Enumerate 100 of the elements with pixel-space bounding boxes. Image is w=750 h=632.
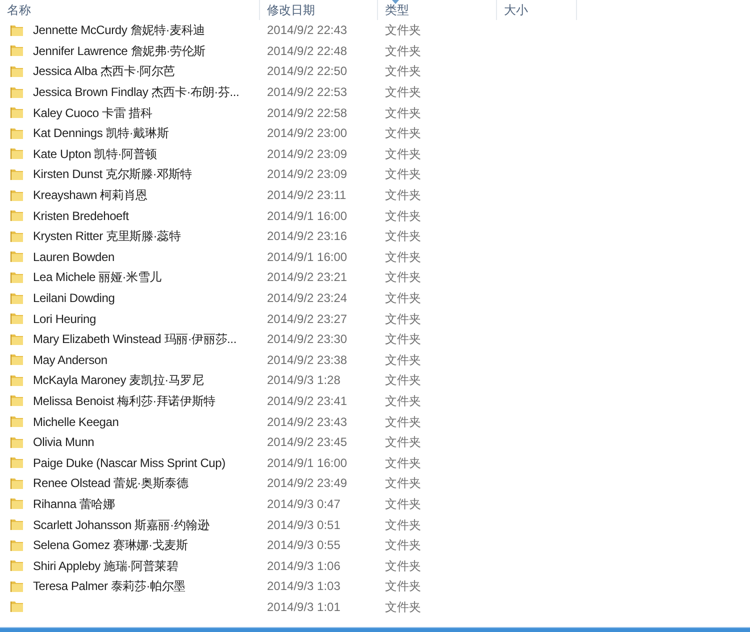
folder-icon (10, 188, 24, 202)
item-type: 文件夹 (385, 373, 421, 388)
item-type: 文件夹 (385, 558, 421, 573)
folder-icon (10, 518, 24, 532)
modified-date: 2014/9/2 23:38 (267, 352, 348, 367)
item-type: 文件夹 (385, 188, 421, 202)
modified-date: 2014/9/1 16:00 (267, 208, 348, 223)
folder-icon (10, 497, 24, 510)
folder-name[interactable]: Kate Upton 凯特·阿普顿 (33, 144, 157, 163)
folder-name[interactable]: Kreayshawn 柯莉肖恩 (33, 186, 148, 204)
folder-name[interactable]: Teresa Palmer 泰莉莎·帕尔墨 (33, 577, 186, 596)
folder-icon (10, 436, 24, 449)
folder-name[interactable]: Shiri Appleby 施瑞·阿普莱碧 (33, 556, 178, 575)
item-type: 文件夹 (385, 229, 421, 244)
folder-name[interactable]: Renee Olstead 蕾妮·奥斯泰德 (33, 474, 188, 492)
item-type: 文件夹 (385, 85, 421, 100)
folder-name[interactable]: Jessica Alba 杰西卡·阿尔芭 (33, 62, 176, 80)
modified-date: 2014/9/1 16:00 (267, 456, 348, 470)
modified-date: 2014/9/2 23:00 (267, 126, 348, 140)
folder-icon (10, 168, 24, 181)
folder-icon (10, 476, 24, 490)
modified-date: 2014/9/3 0:55 (267, 538, 340, 552)
item-type: 文件夹 (385, 414, 421, 429)
folder-icon (10, 538, 24, 552)
folder-name[interactable]: Kaley Cuoco 卡雷 措科 (33, 104, 152, 122)
item-type: 文件夹 (385, 167, 421, 182)
folder-name[interactable]: Lea Michele 丽娅·米雪儿 (33, 268, 162, 286)
item-type: 文件夹 (385, 291, 421, 306)
folder-name[interactable]: Olivia Munn (33, 433, 94, 452)
folder-icon (10, 580, 24, 593)
folder-icon (10, 126, 24, 140)
item-type: 文件夹 (385, 312, 421, 326)
column-header[interactable]: 名称 (0, 0, 260, 20)
folder-name[interactable]: Mary Elizabeth Winstead 玛丽·伊丽莎... (33, 330, 236, 348)
modified-date: 2014/9/3 1:01 (267, 600, 340, 614)
modified-date: 2014/9/2 23:49 (267, 476, 348, 490)
modified-date: 2014/9/2 22:48 (267, 44, 348, 58)
folder-name[interactable]: Rihanna 蕾哈娜 (33, 494, 115, 513)
folder-name[interactable]: Selena Gomez 赛琳娜·戈麦斯 (33, 536, 188, 554)
modified-date: 2014/9/2 23:16 (267, 229, 348, 244)
modified-date: 2014/9/3 1:03 (267, 579, 340, 594)
modified-date: 2014/9/2 23:30 (267, 332, 348, 346)
folder-icon (10, 600, 24, 614)
folder-name[interactable]: Jennifer Lawrence 詹妮弗·劳伦斯 (33, 42, 206, 60)
folder-name[interactable]: Michelle Keegan (33, 412, 119, 431)
item-type: 文件夹 (385, 518, 421, 532)
item-type: 文件夹 (385, 600, 421, 614)
folder-icon (10, 312, 24, 326)
folder-name[interactable]: Jennette McCurdy 詹妮特·麦科迪 (33, 21, 205, 40)
item-type: 文件夹 (385, 579, 421, 594)
modified-date: 2014/9/2 23:11 (267, 188, 346, 202)
item-type: 文件夹 (385, 250, 421, 264)
item-type: 文件夹 (385, 23, 421, 38)
folder-icon (10, 86, 24, 99)
folder-icon (10, 209, 24, 222)
item-type: 文件夹 (385, 476, 421, 490)
item-type: 文件夹 (385, 394, 421, 408)
folder-name[interactable]: Jessica Brown Findlay 杰西卡·布朗·芬... (33, 83, 240, 102)
folder-name[interactable]: Kat Dennings 凯特·戴琳斯 (33, 124, 169, 142)
folder-name[interactable]: Leilani Dowding (33, 289, 115, 308)
modified-date: 2014/9/3 0:47 (267, 496, 340, 511)
folder-name[interactable]: Melissa Benoist 梅利莎·拜诺伊斯特 (33, 392, 216, 410)
folder-icon (10, 292, 24, 305)
item-type: 文件夹 (385, 126, 421, 140)
item-type: 文件夹 (385, 352, 421, 367)
folder-name[interactable]: Krysten Ritter 克里斯滕·蕊特 (33, 227, 181, 246)
folder-icon (10, 250, 24, 264)
column-header[interactable]: 修改日期 (260, 0, 378, 20)
item-type: 文件夹 (385, 146, 421, 161)
item-type: 文件夹 (385, 456, 421, 470)
modified-date: 2014/9/1 16:00 (267, 250, 348, 264)
folder-icon (10, 394, 24, 408)
modified-date: 2014/9/2 22:58 (267, 106, 348, 120)
modified-date: 2014/9/3 1:28 (267, 373, 340, 388)
item-type: 文件夹 (385, 538, 421, 552)
item-type: 文件夹 (385, 435, 421, 450)
folder-icon (10, 230, 24, 243)
folder-name[interactable]: Lauren Bowden (33, 248, 114, 266)
item-type: 文件夹 (385, 106, 421, 120)
sort-icon (392, 0, 399, 4)
column-header[interactable]: 大小 (497, 0, 577, 20)
folder-icon (10, 44, 24, 58)
modified-date: 2014/9/3 0:51 (267, 518, 340, 532)
item-type: 文件夹 (385, 332, 421, 346)
folder-name[interactable]: May Anderson (33, 350, 108, 369)
folder-icon (10, 64, 24, 78)
modified-date: 2014/9/2 23:24 (267, 291, 348, 306)
folder-icon (10, 353, 24, 366)
modified-date: 2014/9/2 22:50 (267, 64, 348, 78)
item-type: 文件夹 (385, 208, 421, 223)
modified-date: 2014/9/2 23:43 (267, 414, 348, 429)
folder-name[interactable]: Kirsten Dunst 克尔斯滕·邓斯特 (33, 165, 192, 184)
item-type: 文件夹 (385, 44, 421, 58)
folder-name[interactable]: Kristen Bredehoeft (33, 206, 129, 225)
folder-name[interactable]: Paige Duke (Nascar Miss Sprint Cup) (33, 454, 226, 472)
folder-icon (10, 374, 24, 387)
folder-name[interactable]: Scarlett Johansson 斯嘉丽·约翰逊 (33, 516, 210, 534)
modified-date: 2014/9/2 22:53 (267, 85, 348, 100)
folder-name[interactable]: Lori Heuring (33, 310, 96, 328)
folder-name[interactable]: McKayla Maroney 麦凯拉·马罗尼 (33, 371, 204, 390)
